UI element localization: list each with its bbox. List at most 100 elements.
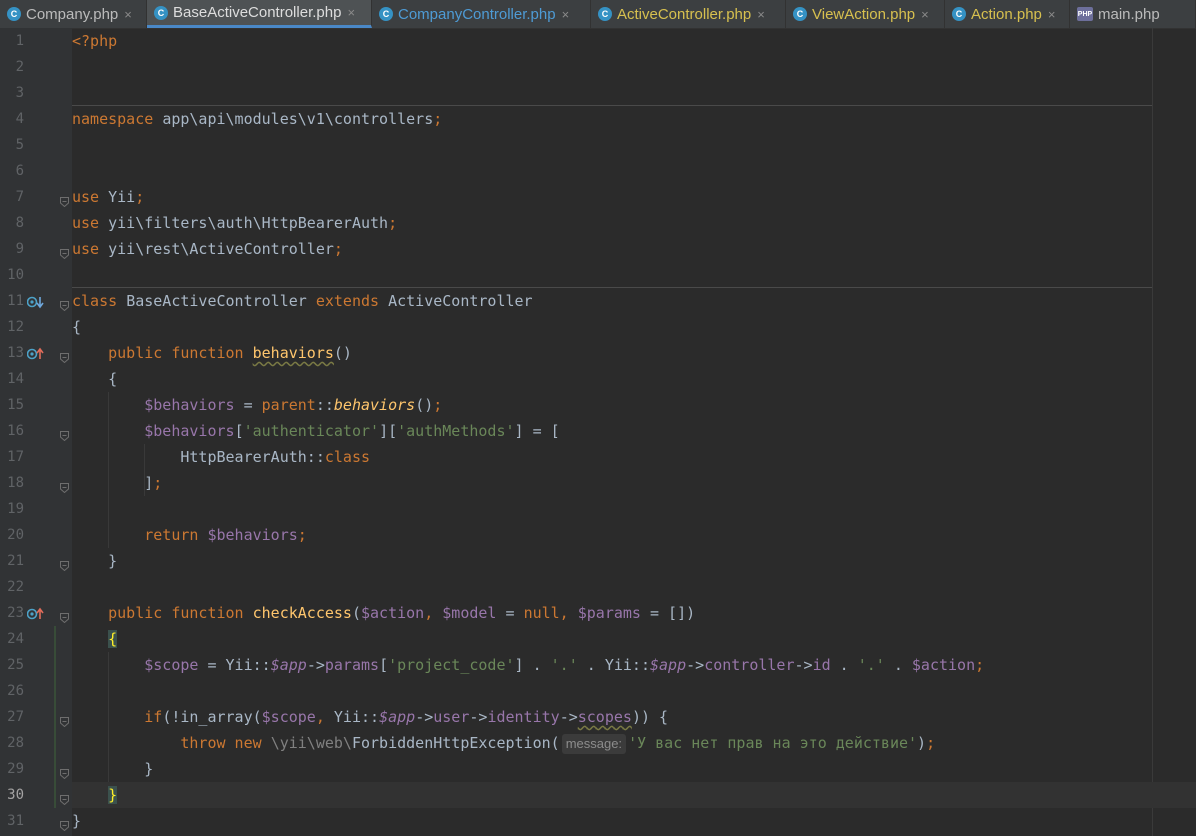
line-number[interactable]: 26 (0, 678, 24, 704)
code-line[interactable]: 13 public function behaviors() (0, 340, 1196, 366)
code-text[interactable]: return $behaviors; (72, 522, 307, 548)
implements-up-icon[interactable] (26, 346, 45, 360)
code-text[interactable]: } (72, 808, 81, 834)
code-line[interactable]: 20 return $behaviors; (0, 522, 1196, 548)
line-number[interactable]: 25 (0, 652, 24, 678)
tab-activecontroller[interactable]: C ActiveController.php × (591, 0, 786, 28)
close-icon[interactable]: × (921, 7, 929, 22)
tab-baseactivecontroller[interactable]: C BaseActiveController.php × (147, 0, 372, 28)
fold-marker-icon[interactable] (60, 816, 69, 832)
code-text[interactable]: { (72, 626, 118, 652)
code-text[interactable]: use yii\filters\auth\HttpBearerAuth; (72, 210, 397, 236)
line-number[interactable]: 10 (0, 262, 24, 288)
code-line[interactable]: 3 (0, 80, 1196, 106)
line-number[interactable]: 19 (0, 496, 24, 522)
code-text[interactable]: } (72, 756, 153, 782)
line-number[interactable]: 13 (0, 340, 24, 366)
fold-marker-icon[interactable] (60, 764, 69, 780)
line-number[interactable]: 6 (0, 158, 24, 184)
code-line[interactable]: 5 (0, 132, 1196, 158)
line-number[interactable]: 9 (0, 236, 24, 262)
code-text[interactable]: use Yii; (72, 184, 144, 210)
code-text[interactable]: class BaseActiveController extends Activ… (72, 288, 533, 314)
line-number[interactable]: 5 (0, 132, 24, 158)
line-number[interactable]: 4 (0, 106, 24, 132)
line-number[interactable]: 1 (0, 28, 24, 54)
code-text[interactable]: } (72, 548, 117, 574)
line-number[interactable]: 14 (0, 366, 24, 392)
line-number[interactable]: 7 (0, 184, 24, 210)
fold-marker-icon[interactable] (60, 556, 69, 572)
fold-marker-icon[interactable] (60, 244, 69, 260)
line-number[interactable]: 30 (0, 782, 24, 808)
code-line[interactable]: 22 (0, 574, 1196, 600)
line-number[interactable]: 17 (0, 444, 24, 470)
code-text[interactable]: $scope = Yii::$app->params['project_code… (72, 652, 984, 678)
tab-company[interactable]: C Company.php × (0, 0, 147, 28)
code-line[interactable]: 24 { (0, 626, 1196, 652)
close-icon[interactable]: × (757, 7, 765, 22)
override-down-icon[interactable] (26, 294, 45, 309)
code-line[interactable]: 9 use yii\rest\ActiveController; (0, 236, 1196, 262)
code-line[interactable]: 30 } (0, 782, 1196, 808)
code-text[interactable]: if(!in_array($scope, Yii::$app->user->id… (72, 704, 668, 730)
code-line[interactable]: 17 HttpBearerAuth::class (0, 444, 1196, 470)
code-text[interactable]: { (72, 314, 81, 340)
code-line[interactable]: 16 $behaviors['authenticator']['authMeth… (0, 418, 1196, 444)
code-line[interactable]: 25 $scope = Yii::$app->params['project_c… (0, 652, 1196, 678)
close-icon[interactable]: × (1048, 7, 1056, 22)
close-icon[interactable]: × (124, 7, 132, 22)
code-line[interactable]: 4 namespace app\api\modules\v1\controller… (0, 106, 1196, 132)
fold-marker-icon[interactable] (60, 192, 69, 208)
code-text[interactable]: use yii\rest\ActiveController; (72, 236, 343, 262)
code-line[interactable]: 26 (0, 678, 1196, 704)
code-line[interactable]: 29 } (0, 756, 1196, 782)
code-line[interactable]: 11 class BaseActiveController extends Act… (0, 288, 1196, 314)
code-text[interactable]: public function checkAccess($action, $mo… (72, 600, 695, 626)
fold-marker-icon[interactable] (60, 296, 69, 312)
line-number[interactable]: 12 (0, 314, 24, 340)
code-line[interactable]: 6 (0, 158, 1196, 184)
tab-companycontroller[interactable]: C CompanyController.php × (372, 0, 591, 28)
code-text[interactable]: public function behaviors() (72, 340, 352, 366)
code-text[interactable]: } (72, 782, 118, 808)
fold-marker-icon[interactable] (60, 608, 69, 624)
code-line[interactable]: 21 } (0, 548, 1196, 574)
fold-marker-icon[interactable] (60, 348, 69, 364)
code-line[interactable]: 14 { (0, 366, 1196, 392)
code-line[interactable]: 1 <?php (0, 28, 1196, 54)
code-text[interactable]: ]; (72, 470, 162, 496)
code-line[interactable]: 10 (0, 262, 1196, 288)
line-number[interactable]: 16 (0, 418, 24, 444)
code-editor[interactable]: 1 <?php 2 3 4 namespace app\api\modules\v1\co… (0, 28, 1196, 836)
code-line[interactable]: 19 (0, 496, 1196, 522)
code-text[interactable]: $behaviors['authenticator']['authMethods… (72, 418, 559, 444)
line-number[interactable]: 15 (0, 392, 24, 418)
line-number[interactable]: 3 (0, 80, 24, 106)
line-number[interactable]: 18 (0, 470, 24, 496)
code-line[interactable]: 8 use yii\filters\auth\HttpBearerAuth; (0, 210, 1196, 236)
fold-marker-icon[interactable] (60, 712, 69, 728)
fold-marker-icon[interactable] (60, 478, 69, 494)
fold-marker-icon[interactable] (60, 790, 69, 806)
line-number[interactable]: 22 (0, 574, 24, 600)
code-line[interactable]: 18 ]; (0, 470, 1196, 496)
tab-viewaction[interactable]: C ViewAction.php × (786, 0, 945, 28)
line-number[interactable]: 24 (0, 626, 24, 652)
code-line[interactable]: 2 (0, 54, 1196, 80)
close-icon[interactable]: × (347, 5, 355, 20)
code-text[interactable]: $behaviors = parent::behaviors(); (72, 392, 442, 418)
code-text[interactable]: HttpBearerAuth::class (72, 444, 370, 470)
tab-main[interactable]: PHP main.php (1070, 0, 1196, 28)
code-line[interactable]: 31} (0, 808, 1196, 834)
fold-marker-icon[interactable] (60, 426, 69, 442)
line-number[interactable]: 29 (0, 756, 24, 782)
line-number[interactable]: 11 (0, 288, 24, 314)
code-line[interactable]: 27 if(!in_array($scope, Yii::$app->user-… (0, 704, 1196, 730)
line-number[interactable]: 31 (0, 808, 24, 834)
code-line[interactable]: 12 { (0, 314, 1196, 340)
line-number[interactable]: 28 (0, 730, 24, 756)
line-number[interactable]: 21 (0, 548, 24, 574)
close-icon[interactable]: × (562, 7, 570, 22)
code-text[interactable]: throw new \yii\web\ForbiddenHttpExceptio… (72, 730, 935, 756)
